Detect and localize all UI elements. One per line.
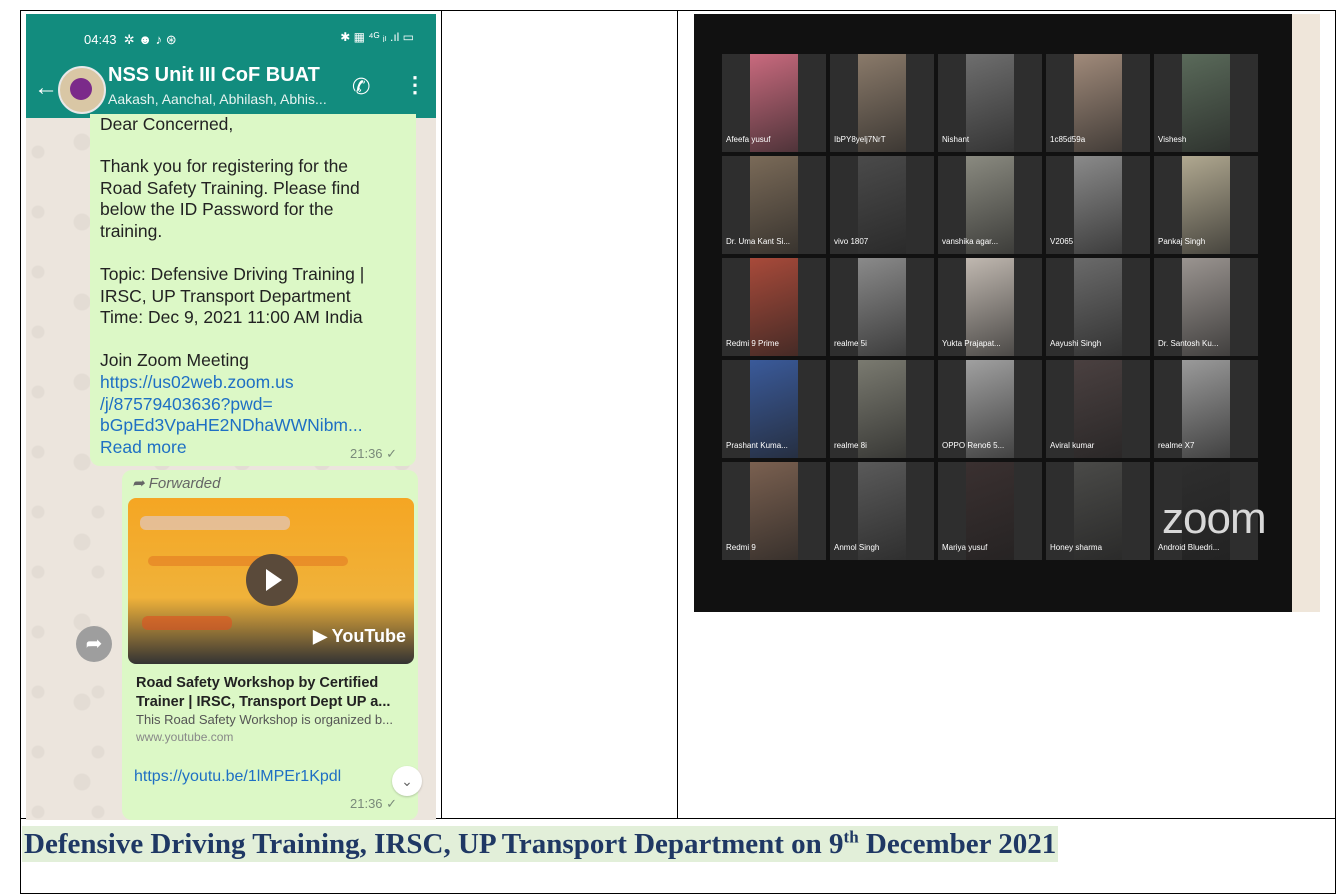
participant-tile: Yukta Prajapat... <box>938 258 1042 356</box>
participant-tile: realme 8i <box>830 360 934 458</box>
participant-tile: Dr. Uma Kant Si... <box>722 156 826 254</box>
participant-name: vivo 1807 <box>834 237 869 246</box>
participant-name: realme X7 <box>1158 441 1195 450</box>
message-body: Thank you for registering for the Road S… <box>100 156 360 241</box>
participant-tile: Vishesh <box>1154 54 1258 152</box>
play-icon[interactable] <box>246 554 298 606</box>
chat-header: 04:43 ✲ ☻ ♪ ⊛ ✱ ▦ ⁴ᴳ ᵢₗ .ıl ▭ ← NSS Unit… <box>26 14 436 118</box>
message-topic: Topic: Defensive Driving Training | IRSC… <box>100 264 365 327</box>
table-divider-right <box>677 10 678 818</box>
participant-tile: 1c85d59a <box>1046 54 1150 152</box>
group-avatar[interactable] <box>58 66 106 114</box>
status-bar-icons: ✱ ▦ ⁴ᴳ ᵢₗ .ıl ▭ <box>340 30 414 44</box>
participant-name: Prashant Kuma... <box>726 441 788 450</box>
blurred-text <box>148 556 348 566</box>
read-more-link[interactable]: Read more <box>100 437 187 459</box>
participant-tile: Anmol Singh <box>830 462 934 560</box>
participant-tile: OPPO Reno6 5... <box>938 360 1042 458</box>
screenshot-edge <box>1292 14 1320 612</box>
participant-name: vanshika agar... <box>942 237 999 246</box>
forwarded-label: ➦ Forwarded <box>132 475 221 492</box>
whatsapp-screenshot: 04:43 ✲ ☻ ♪ ⊛ ✱ ▦ ⁴ᴳ ᵢₗ .ıl ▭ ← NSS Unit… <box>26 14 436 820</box>
participant-tile: Prashant Kuma... <box>722 360 826 458</box>
participant-tile: Aviral kumar <box>1046 360 1150 458</box>
participant-name: 1c85d59a <box>1050 135 1086 144</box>
participant-tile: Redmi 9 <box>722 462 826 560</box>
message-time: 21:36 ✓ <box>350 446 398 461</box>
group-name[interactable]: NSS Unit III CoF BUAT <box>108 64 320 87</box>
participant-tile: Nishant <box>938 54 1042 152</box>
forwarded-time: 21:36 ✓ <box>350 796 398 811</box>
blurred-text <box>142 616 232 630</box>
participant-tile: realme 5i <box>830 258 934 356</box>
more-options-icon[interactable]: ⋮ <box>404 72 426 98</box>
participant-tile: Aayushi Singh <box>1046 258 1150 356</box>
participant-name: realme 5i <box>834 339 867 348</box>
participant-name: OPPO Reno6 5... <box>942 441 1005 450</box>
participant-name: Aayushi Singh <box>1050 339 1102 348</box>
participant-name: Android Bluedri... <box>1158 543 1220 552</box>
table-divider-left <box>441 10 442 818</box>
participant-tile: Redmi 9 Prime <box>722 258 826 356</box>
participant-name: IbPY8yelj7NrT <box>834 135 886 144</box>
youtube-thumbnail[interactable]: ▶ YouTube <box>128 498 414 664</box>
zoom-meeting-link[interactable]: https://us02web.zoom.us /j/87579403636?p… <box>100 372 363 437</box>
participant-name: Honey sharma <box>1050 543 1103 552</box>
participant-name: Vishesh <box>1158 135 1187 144</box>
participant-video <box>1182 54 1230 152</box>
back-arrow-icon[interactable]: ← <box>34 74 58 102</box>
participant-name: Yukta Prajapat... <box>942 339 1001 348</box>
participant-tile: V2065 <box>1046 156 1150 254</box>
participant-name: Redmi 9 Prime <box>726 339 779 348</box>
participant-name: realme 8i <box>834 441 867 450</box>
participant-tile: Mariya yusuf <box>938 462 1042 560</box>
video-description: This Road Safety Workshop is organized b… <box>136 712 393 727</box>
youtube-logo: ▶ YouTube <box>313 626 406 646</box>
video-domain: www.youtube.com <box>136 730 234 744</box>
zoom-logo: zoom <box>1162 494 1267 543</box>
participant-name: V2065 <box>1050 237 1074 246</box>
group-members[interactable]: Aakash, Aanchal, Abhilash, Abhis... <box>108 91 327 107</box>
blurred-text <box>140 516 290 530</box>
participant-tile: Afeefa yusuf <box>722 54 826 152</box>
participant-name: Pankaj Singh <box>1158 237 1206 246</box>
figure-caption: Defensive Driving Training, IRSC, UP Tra… <box>22 826 1059 862</box>
participant-name: Mariya yusuf <box>942 543 988 552</box>
participant-video <box>966 54 1014 152</box>
add-call-icon[interactable]: ✆ <box>352 74 370 100</box>
participant-name: Afeefa yusuf <box>726 135 771 144</box>
youtube-link[interactable]: https://youtu.be/1lMPEr1Kpdl <box>134 766 341 788</box>
participant-name: Dr. Santosh Ku... <box>1158 339 1219 348</box>
participant-name: Anmol Singh <box>834 543 880 552</box>
share-forward-icon[interactable]: ➦ <box>76 626 112 662</box>
participant-name: Redmi 9 <box>726 543 756 552</box>
message-join: Join Zoom Meeting <box>100 350 249 370</box>
participant-tile: IbPY8yelj7NrT <box>830 54 934 152</box>
participant-tile: Dr. Santosh Ku... <box>1154 258 1258 356</box>
participant-tile: vanshika agar... <box>938 156 1042 254</box>
participant-tile: Pankaj Singh <box>1154 156 1258 254</box>
scroll-down-icon[interactable]: ⌄ <box>392 766 422 796</box>
participant-video <box>1074 156 1122 254</box>
participant-name: Dr. Uma Kant Si... <box>726 237 791 246</box>
forward-arrow-icon: ➦ <box>132 475 145 492</box>
participant-name: Aviral kumar <box>1050 441 1095 450</box>
participant-video <box>750 462 798 560</box>
status-bar-time: 04:43 ✲ ☻ ♪ ⊛ <box>84 32 177 47</box>
participant-tile: vivo 1807 <box>830 156 934 254</box>
video-title[interactable]: Road Safety Workshop by Certified Traine… <box>136 674 390 712</box>
participant-tile: Honey sharma <box>1046 462 1150 560</box>
participant-name: Nishant <box>942 135 970 144</box>
participant-tile: realme X7 <box>1154 360 1258 458</box>
message-greeting: Dear Concerned, <box>100 114 234 134</box>
